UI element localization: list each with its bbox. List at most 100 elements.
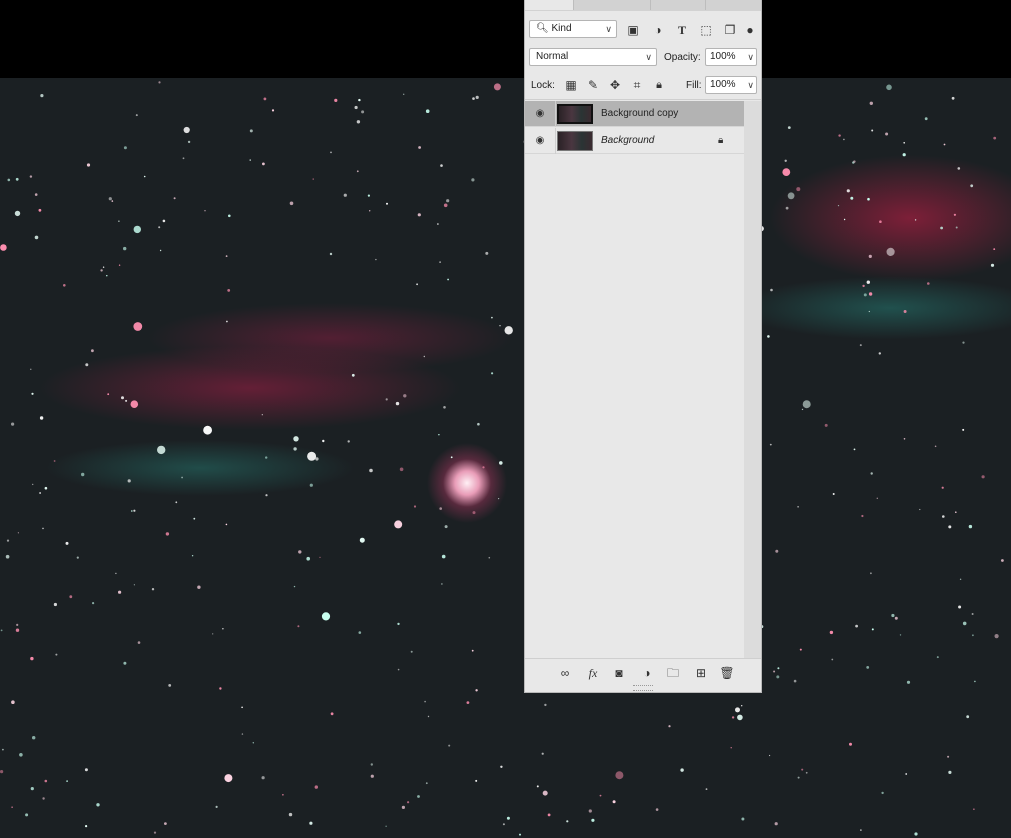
new-group-icon[interactable]: 🗀︎: [665, 665, 681, 681]
star: [187, 140, 191, 144]
adjustment-filter-icon[interactable]: ◑: [650, 22, 666, 38]
star: [958, 605, 962, 609]
lock-icon[interactable]: 🔒︎: [718, 135, 723, 146]
star: [450, 456, 453, 459]
star: [261, 414, 263, 416]
filter-kind-select[interactable]: 🔍︎ Kind ∨: [529, 20, 617, 38]
tab-layers[interactable]: [525, 0, 574, 10]
star: [801, 408, 804, 411]
star: [838, 134, 841, 137]
star: [181, 476, 184, 479]
star: [942, 515, 945, 518]
star: [361, 110, 365, 114]
image-filter-icon[interactable]: ▣: [625, 22, 641, 38]
tab-channels[interactable]: [574, 0, 651, 10]
star: [197, 585, 201, 589]
eye-icon[interactable]: ◉: [533, 108, 547, 120]
star: [599, 794, 602, 797]
star: [861, 514, 864, 518]
add-mask-icon[interactable]: ◙: [611, 665, 627, 681]
lock-position-icon[interactable]: ✥: [607, 77, 623, 93]
star: [203, 425, 213, 435]
filter-toggle-icon[interactable]: ●: [745, 22, 755, 38]
star: [955, 226, 958, 229]
star: [66, 780, 68, 782]
star: [261, 776, 265, 780]
star: [785, 206, 789, 210]
star: [769, 443, 772, 446]
star: [849, 742, 852, 746]
star: [137, 641, 141, 644]
star: [566, 820, 569, 823]
star: [837, 205, 840, 207]
star: [868, 310, 870, 313]
lock-all-icon[interactable]: 🔒︎: [651, 77, 667, 93]
star: [994, 634, 999, 639]
star: [11, 806, 13, 808]
star: [288, 812, 293, 817]
shape-filter-icon[interactable]: ⬚: [698, 22, 714, 38]
star: [868, 292, 873, 296]
star: [135, 114, 138, 117]
star: [222, 628, 224, 630]
star: [853, 448, 856, 451]
delete-layer-icon[interactable]: 🗑︎: [719, 665, 735, 681]
star: [843, 218, 846, 221]
document-canvas[interactable]: [0, 78, 1011, 838]
star: [824, 423, 828, 427]
fx-icon[interactable]: fx: [585, 665, 601, 681]
star: [15, 177, 19, 181]
new-layer-icon[interactable]: ⊞: [693, 665, 709, 681]
panel-bottom-bar: ∞ fx ◙ ◑ 🗀︎ ⊞ 🗑︎: [525, 658, 761, 687]
star: [321, 612, 331, 621]
eye-icon[interactable]: ◉: [533, 135, 547, 147]
star: [423, 355, 425, 358]
star: [85, 363, 89, 367]
layer-row-background[interactable]: ◉ Background 🔒︎: [525, 128, 744, 154]
divider: [555, 128, 556, 154]
star: [881, 791, 884, 795]
star: [312, 178, 314, 180]
star: [797, 776, 800, 779]
star: [416, 283, 418, 286]
star: [439, 507, 443, 510]
star: [796, 187, 801, 192]
star: [309, 821, 313, 825]
type-filter-icon[interactable]: T: [674, 22, 690, 38]
star: [17, 532, 19, 534]
star: [519, 833, 521, 836]
fill-field[interactable]: 100% ∨: [705, 76, 757, 94]
star: [797, 506, 799, 508]
new-adjustment-layer-icon[interactable]: ◑: [639, 665, 655, 681]
star: [0, 770, 4, 774]
star: [5, 554, 10, 559]
star: [439, 261, 441, 263]
star: [65, 541, 69, 545]
lock-artboard-icon[interactable]: ⌗: [629, 77, 645, 93]
star: [668, 725, 671, 728]
star: [477, 422, 480, 426]
lock-image-pixels-icon[interactable]: ✎: [585, 77, 601, 93]
blend-mode-select[interactable]: Normal ∨: [529, 48, 657, 66]
star: [899, 634, 902, 636]
layer-name[interactable]: Background: [601, 135, 654, 146]
layer-row-background-copy[interactable]: ◉ Background copy: [525, 101, 744, 127]
star: [951, 96, 955, 100]
star: [504, 326, 513, 335]
star: [215, 805, 218, 809]
opacity-field[interactable]: 100% ∨: [705, 48, 757, 66]
layers-scrollbar[interactable]: [744, 101, 761, 658]
star: [32, 483, 34, 486]
smart-object-filter-icon[interactable]: ❐: [722, 22, 738, 38]
star: [829, 630, 834, 635]
link-layers-icon[interactable]: ∞: [557, 665, 573, 681]
star: [30, 787, 34, 791]
tab-paths[interactable]: [651, 0, 706, 10]
lock-transparent-pixels-icon[interactable]: ▦: [563, 77, 579, 93]
layer-name[interactable]: Background copy: [601, 108, 678, 119]
star: [0, 629, 3, 632]
star: [488, 556, 491, 559]
star: [367, 194, 370, 197]
star: [121, 396, 124, 400]
resize-grip[interactable]: [633, 685, 653, 691]
